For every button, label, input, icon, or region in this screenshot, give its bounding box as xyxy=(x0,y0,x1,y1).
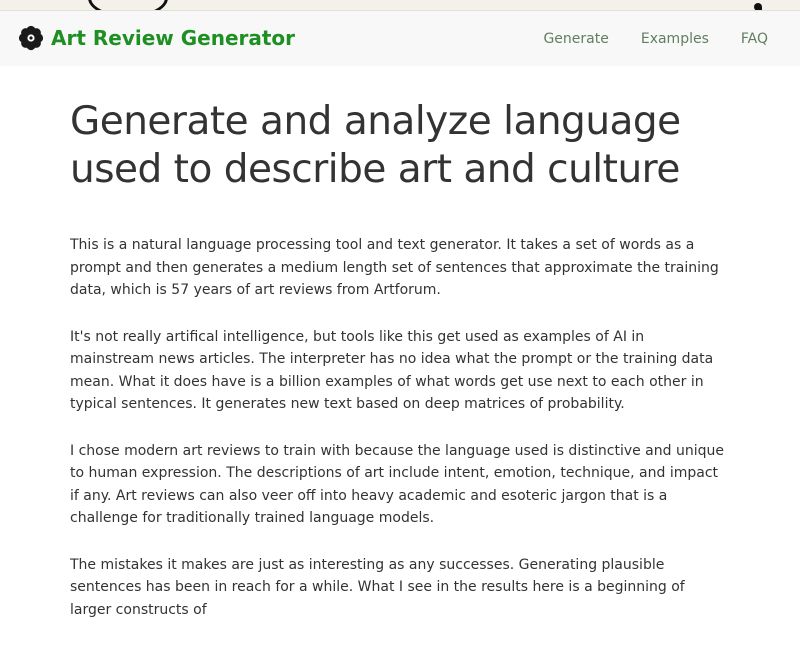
nav-link-faq[interactable]: FAQ xyxy=(741,29,768,49)
intro-paragraph-3: I chose modern art reviews to train with… xyxy=(70,442,724,527)
main-content: Generate and analyze language used to de… xyxy=(70,98,730,645)
intro-paragraph-4: The mistakes it makes are just as intere… xyxy=(70,556,685,618)
intro-paragraph-1: This is a natural language processing to… xyxy=(70,237,719,298)
decorative-blob xyxy=(754,3,762,10)
flower-icon xyxy=(18,25,44,51)
brand-title: Art Review Generator xyxy=(51,26,296,50)
brand[interactable]: Art Review Generator xyxy=(18,25,295,51)
navbar: Art Review Generator Generate Examples F… xyxy=(0,11,800,66)
intro-paragraph-2: It's not really artifical intelligence, … xyxy=(70,328,714,413)
page-title: Generate and analyze language used to de… xyxy=(70,99,681,192)
decorative-arc xyxy=(88,0,168,10)
nav-link-examples[interactable]: Examples xyxy=(641,29,709,49)
nav-links: Generate Examples FAQ xyxy=(511,29,768,49)
top-banner-strip xyxy=(0,0,800,11)
nav-link-generate[interactable]: Generate xyxy=(543,29,608,49)
